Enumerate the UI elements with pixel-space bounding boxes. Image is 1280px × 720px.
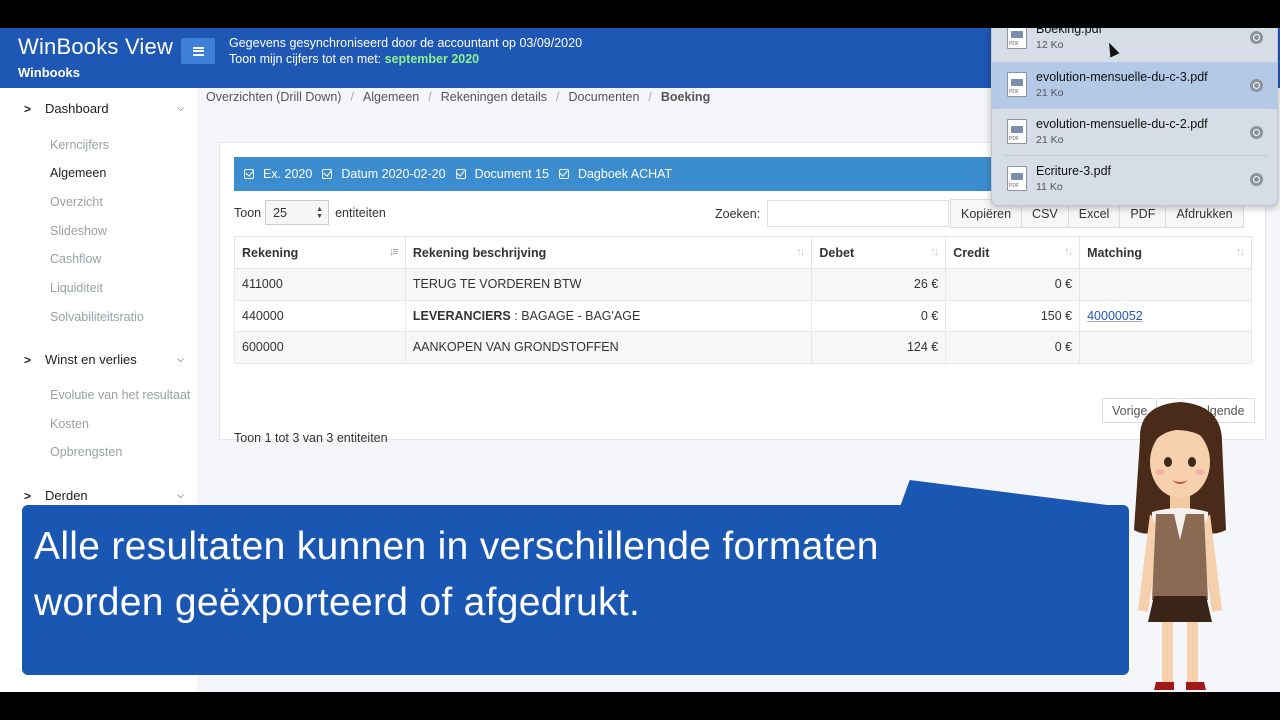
- sort-icon: ↑↓: [796, 246, 805, 258]
- checkbox-icon: [322, 169, 333, 179]
- chevron-right-icon: >: [24, 101, 32, 116]
- chevron-right-icon: >: [24, 488, 32, 503]
- sidebar-item-algemeen[interactable]: Algemeen: [50, 166, 106, 180]
- breadcrumb-item[interactable]: Algemeen: [363, 90, 419, 104]
- breadcrumb: Overzichten (Drill Down) / Algemeen / Reke…: [206, 90, 711, 104]
- sidebar-item-liquiditeit[interactable]: Liquiditeit: [50, 281, 103, 295]
- checkbox-icon: [455, 169, 466, 179]
- magnifier-icon[interactable]: [1250, 31, 1263, 44]
- breadcrumb-item[interactable]: Rekeningen details: [441, 90, 547, 104]
- checkbox-icon: [558, 169, 569, 179]
- brand: WinBooks View Winbooks: [18, 34, 173, 80]
- sidebar-group-dashboard[interactable]: > Dashboard ⌵: [24, 101, 184, 116]
- page-length-control: Toon 25 ▲ ▼ entiteiten: [234, 200, 386, 225]
- chevron-down-icon: ⌵: [177, 354, 184, 364]
- sidebar-item-kosten[interactable]: Kosten: [50, 417, 89, 431]
- period-value[interactable]: september 2020: [385, 52, 480, 66]
- magnifier-icon[interactable]: [1250, 126, 1263, 139]
- column-header-matching[interactable]: Matching ↑↓: [1079, 236, 1252, 269]
- table-info: Toon 1 tot 3 van 3 entiteiten: [234, 431, 388, 445]
- sidebar-item-solvabiliteitsratio[interactable]: Solvabiliteitsratio: [50, 310, 144, 324]
- filter-date[interactable]: Datum 2020-02-20: [322, 167, 446, 181]
- matching-link[interactable]: 40000052: [1087, 309, 1143, 323]
- pdf-file-icon: [1007, 166, 1027, 191]
- column-header-rekening[interactable]: Rekening ↓≡: [234, 236, 406, 269]
- period-line: Toon mijn cijfers tot en met: september …: [229, 51, 582, 67]
- table-row: 411000 TERUG TE VORDEREN BTW 26 € 0 €: [234, 268, 1252, 301]
- sync-status: Gegevens gesynchroniseerd door de accoun…: [229, 35, 582, 67]
- download-item[interactable]: Ecriture-3.pdf 11 Ko: [992, 156, 1277, 203]
- pdf-file-icon: [1007, 72, 1027, 97]
- sidebar-group-derden[interactable]: > Derden ⌵: [24, 488, 184, 503]
- sidebar-group-label: Derden: [45, 488, 88, 503]
- magnifier-icon[interactable]: [1250, 79, 1263, 92]
- table-row: 600000 AANKOPEN VAN GRONDSTOFFEN 124 € 0…: [234, 331, 1252, 364]
- booking-table: Rekening ↓≡ Rekening beschrijving ↑↓ Debet…: [234, 236, 1252, 364]
- sort-desc-icon: ↓≡: [388, 246, 399, 258]
- chevron-right-icon: >: [24, 352, 32, 367]
- downloads-popup: Boeking.pdf 12 Ko evolution-mensuelle-du…: [991, 28, 1278, 206]
- magnifier-icon[interactable]: [1250, 173, 1263, 186]
- column-header-debet[interactable]: Debet ↑↓: [811, 236, 947, 269]
- search-input[interactable]: [767, 200, 950, 227]
- presenter-character: [1134, 402, 1226, 690]
- filter-journal[interactable]: Dagboek ACHAT: [558, 167, 672, 181]
- column-header-credit[interactable]: Credit ↑↓: [945, 236, 1081, 269]
- sidebar-item-opbrengsten[interactable]: Opbrengsten: [50, 445, 122, 459]
- download-item[interactable]: Boeking.pdf 12 Ko: [992, 28, 1277, 61]
- caption-banner: Alle resultaten kunnen in verschillende …: [22, 505, 1129, 675]
- checkbox-icon: [244, 169, 254, 179]
- breadcrumb-current: Boeking: [660, 90, 711, 104]
- column-header-beschrijving[interactable]: Rekening beschrijving ↑↓: [404, 236, 813, 269]
- sidebar-group-label: Dashboard: [45, 101, 109, 116]
- sidebar-group-winst-en-verlies[interactable]: > Winst en verlies ⌵: [24, 352, 184, 367]
- sidebar-item-cashflow[interactable]: Cashflow: [50, 252, 101, 266]
- hamburger-icon: [192, 46, 204, 56]
- table-row: 440000 LEVERANCIERS : BAGAGE - BAG'AGE 0…: [234, 299, 1252, 332]
- pdf-file-icon: [1007, 119, 1027, 144]
- sort-icon: ↑↓: [1236, 246, 1245, 258]
- chevron-down-icon: ⌵: [177, 103, 184, 113]
- sort-icon: ↑↓: [930, 246, 939, 258]
- search-control: Zoeken:: [715, 200, 950, 227]
- sidebar-item-evolutie[interactable]: Evolutie van het resultaat: [50, 388, 190, 402]
- pdf-file-icon: [1007, 28, 1027, 49]
- sort-icon: ↑↓: [1064, 246, 1073, 258]
- filter-exercise[interactable]: Ex. 2020: [244, 167, 312, 181]
- filter-document[interactable]: Document 15: [455, 167, 549, 181]
- caption-line-2: worden geëxporteerd of afgedrukt.: [34, 581, 641, 624]
- breadcrumb-item[interactable]: Overzichten (Drill Down): [206, 90, 341, 104]
- sync-line: Gegevens gesynchroniseerd door de accoun…: [229, 36, 583, 50]
- sidebar-item-kerncijfers[interactable]: Kerncijfers: [50, 138, 109, 152]
- speech-bubble-tail: [900, 480, 1125, 506]
- chevron-down-icon: ⌵: [177, 490, 184, 500]
- menu-toggle-button[interactable]: [181, 38, 215, 64]
- sidebar-group-label: Winst en verlies: [45, 352, 137, 367]
- caption-line-1: Alle resultaten kunnen in verschillende …: [34, 525, 879, 568]
- period-prefix: Toon mijn cijfers tot en met:: [229, 52, 385, 66]
- download-item[interactable]: evolution-mensuelle-du-c-2.pdf 21 Ko: [992, 109, 1277, 156]
- sidebar-item-overzicht[interactable]: Overzicht: [50, 195, 103, 209]
- table-header-row: Rekening ↓≡ Rekening beschrijving ↑↓ Debet…: [234, 236, 1252, 269]
- page-length-select[interactable]: 25 ▲ ▼: [265, 200, 330, 225]
- updown-arrows-icon: ▲ ▼: [316, 206, 324, 220]
- download-item[interactable]: evolution-mensuelle-du-c-3.pdf 21 Ko: [992, 62, 1277, 109]
- company-name: Winbooks: [18, 65, 80, 80]
- breadcrumb-item[interactable]: Documenten: [569, 90, 640, 104]
- app-window: WinBooks View Winbooks Gegevens gesynchr…: [0, 28, 1280, 692]
- app-title: WinBooks View: [18, 34, 174, 59]
- sidebar-item-slideshow[interactable]: Slideshow: [50, 224, 107, 238]
